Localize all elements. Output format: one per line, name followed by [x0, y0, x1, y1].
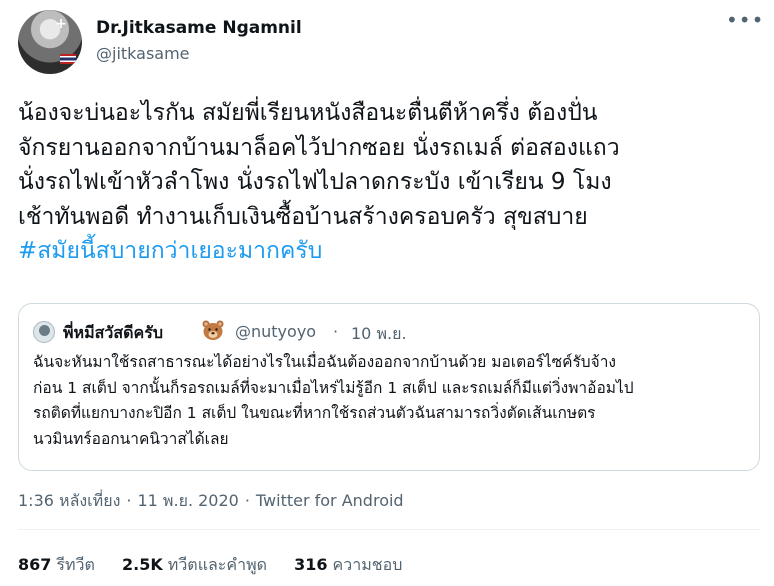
tweet-text-line: เช้าทันพอดี ทำงานเก็บเงินซื้อบ้านสร้างคร… — [18, 203, 588, 230]
tweet-text: น้องจะบ่นอะไรกัน สมัยพี่เรียนหนังสือนะตื… — [18, 96, 762, 269]
quotes-count: 2.5K — [122, 555, 163, 574]
divider — [18, 529, 760, 530]
tweet-stats: 867 รีทวีต 2.5K ทวีตและคำพูด 316 ความชอบ — [18, 553, 424, 578]
tweet-text-line: นั่งรถไฟเข้าหัวลำโพง นั่งรถไฟไปลาดกระบัง… — [18, 169, 612, 195]
thai-flag-icon — [60, 54, 76, 64]
tweet-source[interactable]: Twitter for Android — [256, 491, 404, 510]
more-options-icon[interactable]: ••• — [726, 10, 763, 34]
plus-icon: + — [55, 16, 67, 32]
hashtag-link[interactable]: #สมัยนี้สบายกว่าเยอะมากครับ — [18, 234, 762, 269]
quoted-author-handle: @nutyoyo — [235, 322, 317, 341]
tweet-meta: 1:36 หลังเที่ยง · 11 พ.ย. 2020 · Twitter for… — [18, 489, 404, 514]
author-avatar[interactable]: + — [18, 10, 82, 74]
quoted-text-line: นวมินทร์ออกนาคนิวาสได้เลย — [33, 429, 229, 448]
tweet-header: + Dr.Jitkasame Ngamnil @jitkasame ••• — [16, 8, 763, 78]
quotes-stat[interactable]: 2.5K ทวีตและคำพูด — [122, 555, 267, 574]
bear-face-icon — [202, 320, 224, 340]
quoted-author-avatar — [33, 321, 55, 343]
quoted-text: ฉันจะหันมาใช้รถสาธารณะได้อย่างไรในเมื่อฉ… — [33, 350, 749, 452]
tweet-date[interactable]: 11 พ.ย. 2020 — [137, 491, 238, 510]
retweets-count: 867 — [18, 555, 52, 574]
separator-dot: · — [333, 322, 339, 341]
retweets-stat[interactable]: 867 รีทวีต — [18, 555, 95, 574]
author-name[interactable]: Dr.Jitkasame Ngamnil — [96, 18, 302, 38]
quoted-text-line: รถติดที่แยกบางกะปิอีก 1 สเต็ป ในขณะที่หา… — [33, 404, 596, 422]
quoted-tweet[interactable]: พี่หมีสวัสดีครับ @nutyoyo · 10 พ.ย. ฉันจ… — [18, 303, 760, 471]
quotes-label: ทวีตและคำพูด — [167, 555, 268, 574]
tweet-text-line: น้องจะบ่นอะไรกัน สมัยพี่เรียนหนังสือนะตื… — [18, 100, 598, 126]
tweet-text-line: จักรยานออกจากบ้านมาล็อคไว้ปากซอย นั่งรถเ… — [18, 134, 620, 161]
retweets-label: รีทวีต — [56, 555, 95, 574]
author-handle[interactable]: @jitkasame — [96, 44, 190, 63]
quoted-text-line: ฉันจะหันมาใช้รถสาธารณะได้อย่างไรในเมื่อฉ… — [33, 353, 616, 371]
likes-label: ความชอบ — [332, 555, 403, 574]
separator-dot: · — [126, 491, 132, 510]
likes-count: 316 — [294, 555, 328, 574]
tweet-time[interactable]: 1:36 หลังเที่ยง — [18, 491, 120, 510]
separator-dot: · — [244, 491, 250, 510]
quoted-date[interactable]: 10 พ.ย. — [351, 322, 407, 347]
quoted-author-name: พี่หมีสวัสดีครับ — [63, 323, 163, 342]
likes-stat[interactable]: 316 ความชอบ — [294, 555, 402, 574]
quoted-text-line: ก่อน 1 สเต็ป จากนั้นก็รอรถเมล์ที่จะมาเมื… — [33, 378, 634, 397]
